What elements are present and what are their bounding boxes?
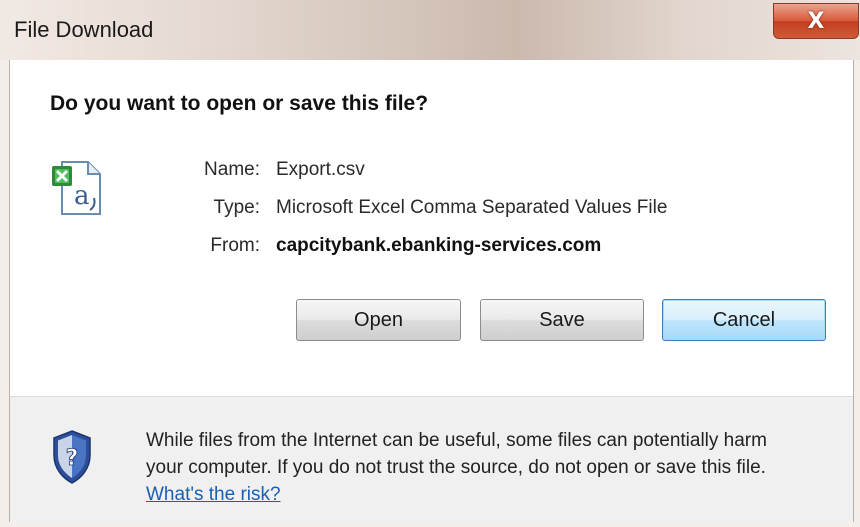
type-value: Microsoft Excel Comma Separated Values F… bbox=[276, 197, 668, 218]
security-warning-panel: ? While files from the Internet can be u… bbox=[10, 396, 853, 523]
save-button[interactable]: Save bbox=[480, 299, 644, 341]
from-label: From: bbox=[210, 235, 260, 256]
security-warning-text: While files from the Internet can be use… bbox=[146, 427, 846, 508]
svg-text:?: ? bbox=[66, 446, 79, 471]
dialog-body: Do you want to open or save this file? a… bbox=[9, 60, 854, 523]
close-button[interactable]: X bbox=[773, 3, 859, 39]
security-shield-icon: ? bbox=[53, 430, 91, 484]
warning-line-1: While files from the Internet can be use… bbox=[146, 430, 767, 451]
cancel-button[interactable]: Cancel bbox=[662, 299, 826, 341]
excel-csv-file-icon: a bbox=[52, 161, 101, 215]
close-icon: X bbox=[807, 8, 825, 34]
warning-line-2: your computer. If you do not trust the s… bbox=[146, 457, 766, 478]
dialog-question: Do you want to open or save this file? bbox=[50, 92, 429, 115]
name-value: Export.csv bbox=[276, 159, 365, 180]
title-bar[interactable]: File Download X bbox=[0, 0, 860, 60]
open-button[interactable]: Open bbox=[296, 299, 461, 341]
svg-text:a: a bbox=[74, 181, 90, 211]
window-title: File Download bbox=[14, 17, 154, 42]
type-label: Type: bbox=[213, 197, 260, 218]
name-label: Name: bbox=[204, 159, 260, 180]
from-value: capcitybank.ebanking-services.com bbox=[276, 235, 602, 256]
whats-the-risk-link[interactable]: What's the risk? bbox=[146, 484, 281, 505]
